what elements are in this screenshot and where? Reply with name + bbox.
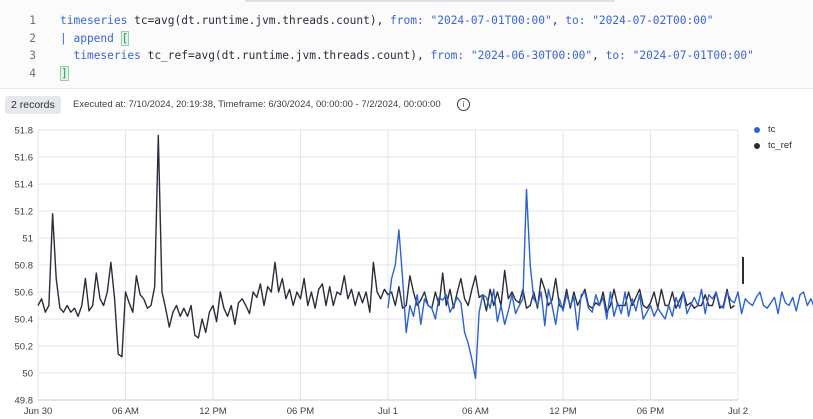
y-tick-label: 51.2 [15, 207, 34, 218]
code-line-3[interactable]: 3 timeseries tc_ref=avg(dt.runtime.jvm.t… [0, 47, 813, 64]
code-token: | append [60, 31, 121, 45]
x-tick-label: 12 PM [199, 406, 227, 417]
code-token: , [551, 14, 566, 27]
x-tick-label: 06 PM [287, 406, 315, 417]
y-tick-label: 50.8 [15, 261, 34, 272]
code-token: to: [605, 49, 626, 62]
legend-item-tc-ref[interactable]: tc_ref [752, 138, 792, 154]
code-token: , [592, 49, 606, 62]
code-token: timeseries [60, 14, 128, 27]
y-tick-label: 50 [22, 369, 33, 380]
series-line-tc-ref [37, 134, 735, 358]
code-token: tc=avg(dt.runtime.jvm.threads.count), [127, 14, 391, 27]
y-tick-label: 50.4 [15, 315, 34, 326]
line-number: 3 [29, 49, 36, 62]
query-editor[interactable]: 1 timeseries tc=avg(dt.runtime.jvm.thread… [0, 0, 813, 89]
code-text[interactable]: timeseries tc=avg(dt.runtime.jvm.threads… [60, 12, 713, 29]
y-tick-label: 51 [22, 234, 33, 245]
code-token: "2024-07-01T00:00" [430, 14, 552, 27]
y-tick-label: 50.2 [15, 342, 34, 353]
x-tick-label: 12 PM [549, 406, 577, 417]
code-line-1[interactable]: 1 timeseries tc=avg(dt.runtime.jvm.thread… [0, 12, 813, 29]
chart-legend: tc tc_ref [752, 122, 792, 154]
legend-item-tc[interactable]: tc [752, 122, 792, 138]
y-tick-label: 49.8 [15, 396, 34, 407]
code-token: from: [430, 49, 465, 62]
code-token: tc_ref=avg(dt.runtime.jvm.threads.count)… [140, 49, 431, 62]
x-tick-label: 06 AM [112, 406, 139, 417]
code-text[interactable]: ] [60, 65, 69, 82]
code-token: to: [565, 14, 586, 27]
bracket-token: ] [60, 65, 69, 81]
code-line-2[interactable]: 2 | append [ [0, 30, 813, 47]
code-token: "2024-06-30T00:00" [470, 49, 593, 62]
line-number: 4 [29, 66, 36, 80]
line-number: 2 [29, 31, 36, 45]
legend-label-tc-ref: tc_ref [768, 140, 792, 151]
editor-drag-handle[interactable] [245, 0, 615, 2]
x-tick-label: 06 AM [462, 406, 489, 417]
x-tick-label: Jul 2 [728, 406, 748, 417]
code-token: "2024-07-01T00:00" [632, 49, 754, 62]
legend-dot-tc [754, 127, 760, 133]
code-token: from: [390, 14, 424, 27]
y-tick-label: 51.6 [15, 153, 34, 164]
legend-dot-tc-ref [754, 143, 760, 149]
code-text[interactable]: | append [ [60, 30, 130, 47]
series-line-tc [387, 188, 813, 380]
x-tick-label: 06 PM [637, 406, 665, 417]
code-token: "2024-07-02T00:00" [592, 14, 714, 27]
code-line-4[interactable]: 4] [0, 65, 813, 82]
bracket-token: [ [120, 30, 130, 46]
y-tick-label: 51.8 [15, 126, 34, 137]
y-tick-label: 51.4 [15, 180, 34, 191]
x-tick-label: Jul 1 [378, 406, 398, 417]
line-number: 1 [29, 14, 36, 27]
range-handle [742, 256, 744, 284]
result-info-bar: 2 records Executed at: 7/10/2024, 20:19:… [0, 94, 813, 116]
x-tick-label: Jun 30 [24, 406, 53, 417]
info-icon[interactable]: i [457, 98, 470, 111]
y-tick-label: 50.6 [15, 288, 34, 299]
legend-label-tc: tc [768, 124, 776, 135]
execution-info-text: Executed at: 7/10/2024, 20:19:38, Timefr… [73, 99, 441, 110]
code-text[interactable]: timeseries tc_ref=avg(dt.runtime.jvm.thr… [60, 47, 754, 64]
code-token: timeseries [73, 49, 141, 62]
records-count-badge: 2 records [5, 96, 61, 114]
timeseries-chart: 49.8 50 50.2 50.4 50.6 50.8 51 51.2 51.4 51.6 51.8… [15, 126, 813, 417]
